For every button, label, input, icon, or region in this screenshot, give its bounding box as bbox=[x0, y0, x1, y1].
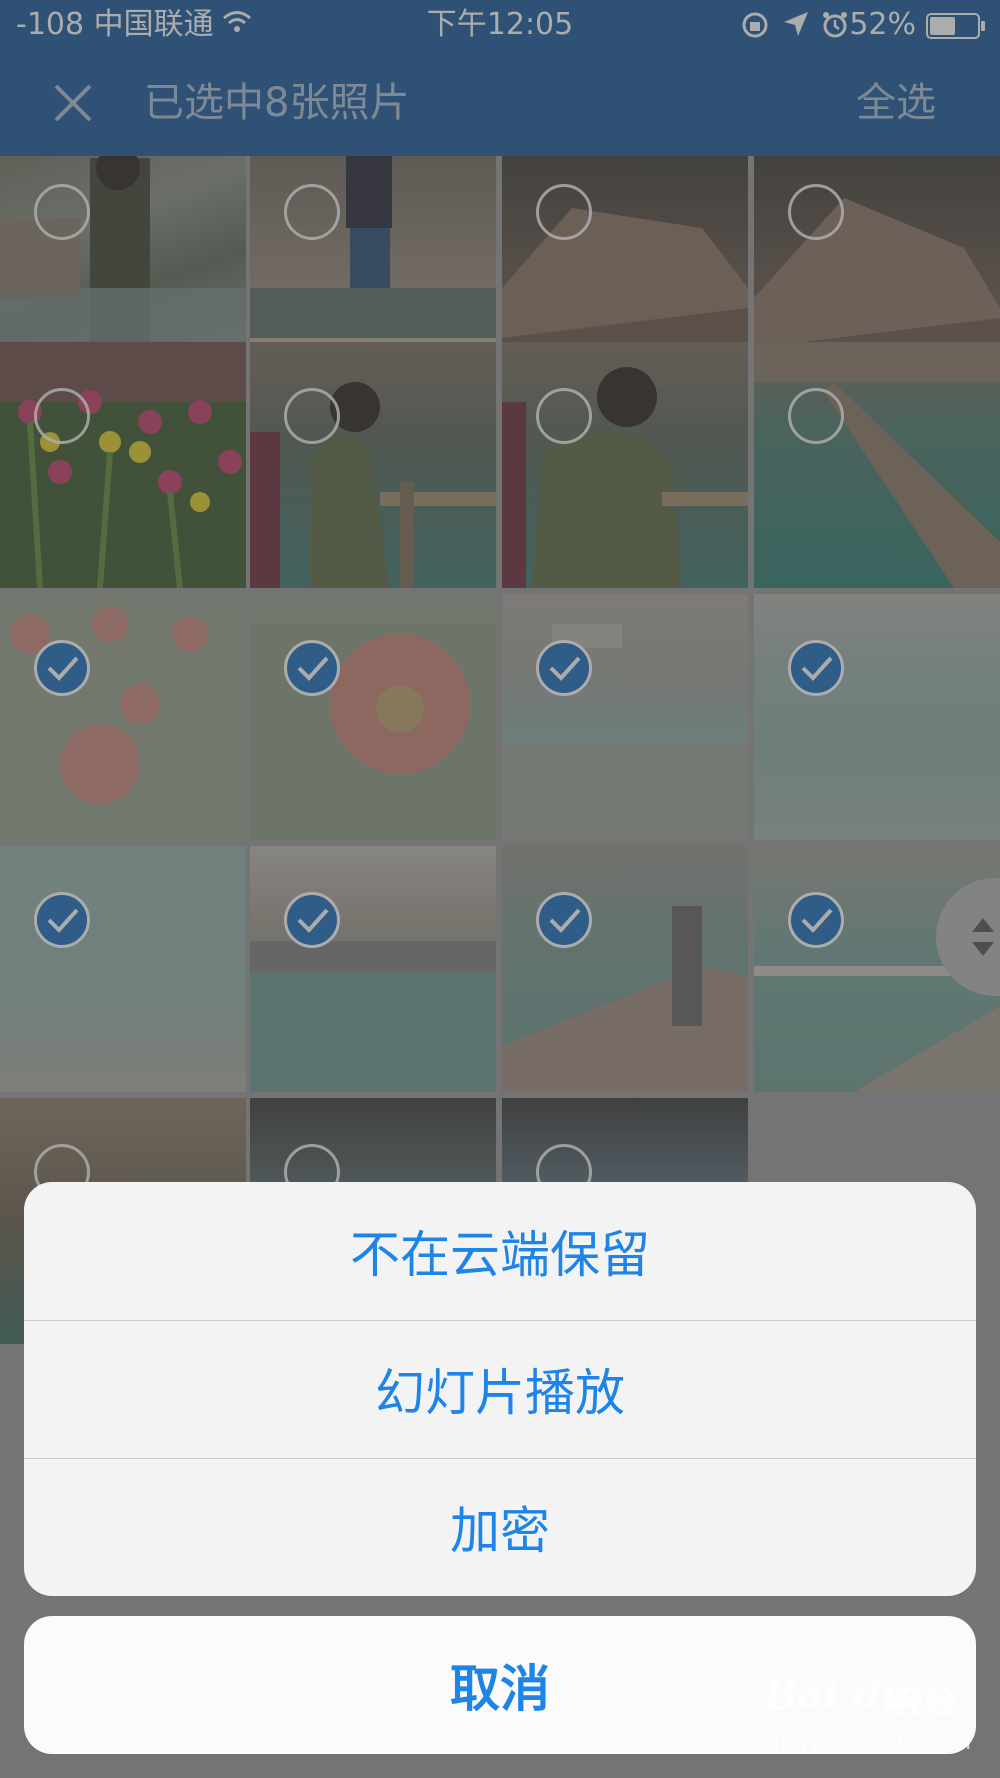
remove-from-cloud-button[interactable]: 不在云端保留 bbox=[24, 1182, 976, 1320]
baidu-logo: Bai du bbox=[764, 1672, 910, 1719]
baidu-watermark: Bai du 经验 jingyan.baidu.com bbox=[764, 1668, 984, 1768]
screen: -108 中国联通 下午12:05 52% 已选中8张照片 全选 不在云端保留 … bbox=[0, 0, 1000, 1778]
action-sheet: 不在云端保留 幻灯片播放 加密 bbox=[24, 1182, 976, 1596]
watermark-url: jingyan.baidu.com bbox=[768, 1730, 972, 1755]
encrypt-button[interactable]: 加密 bbox=[24, 1458, 976, 1596]
slideshow-button[interactable]: 幻灯片播放 bbox=[24, 1320, 976, 1458]
watermark-word: 经验 bbox=[892, 1684, 957, 1722]
